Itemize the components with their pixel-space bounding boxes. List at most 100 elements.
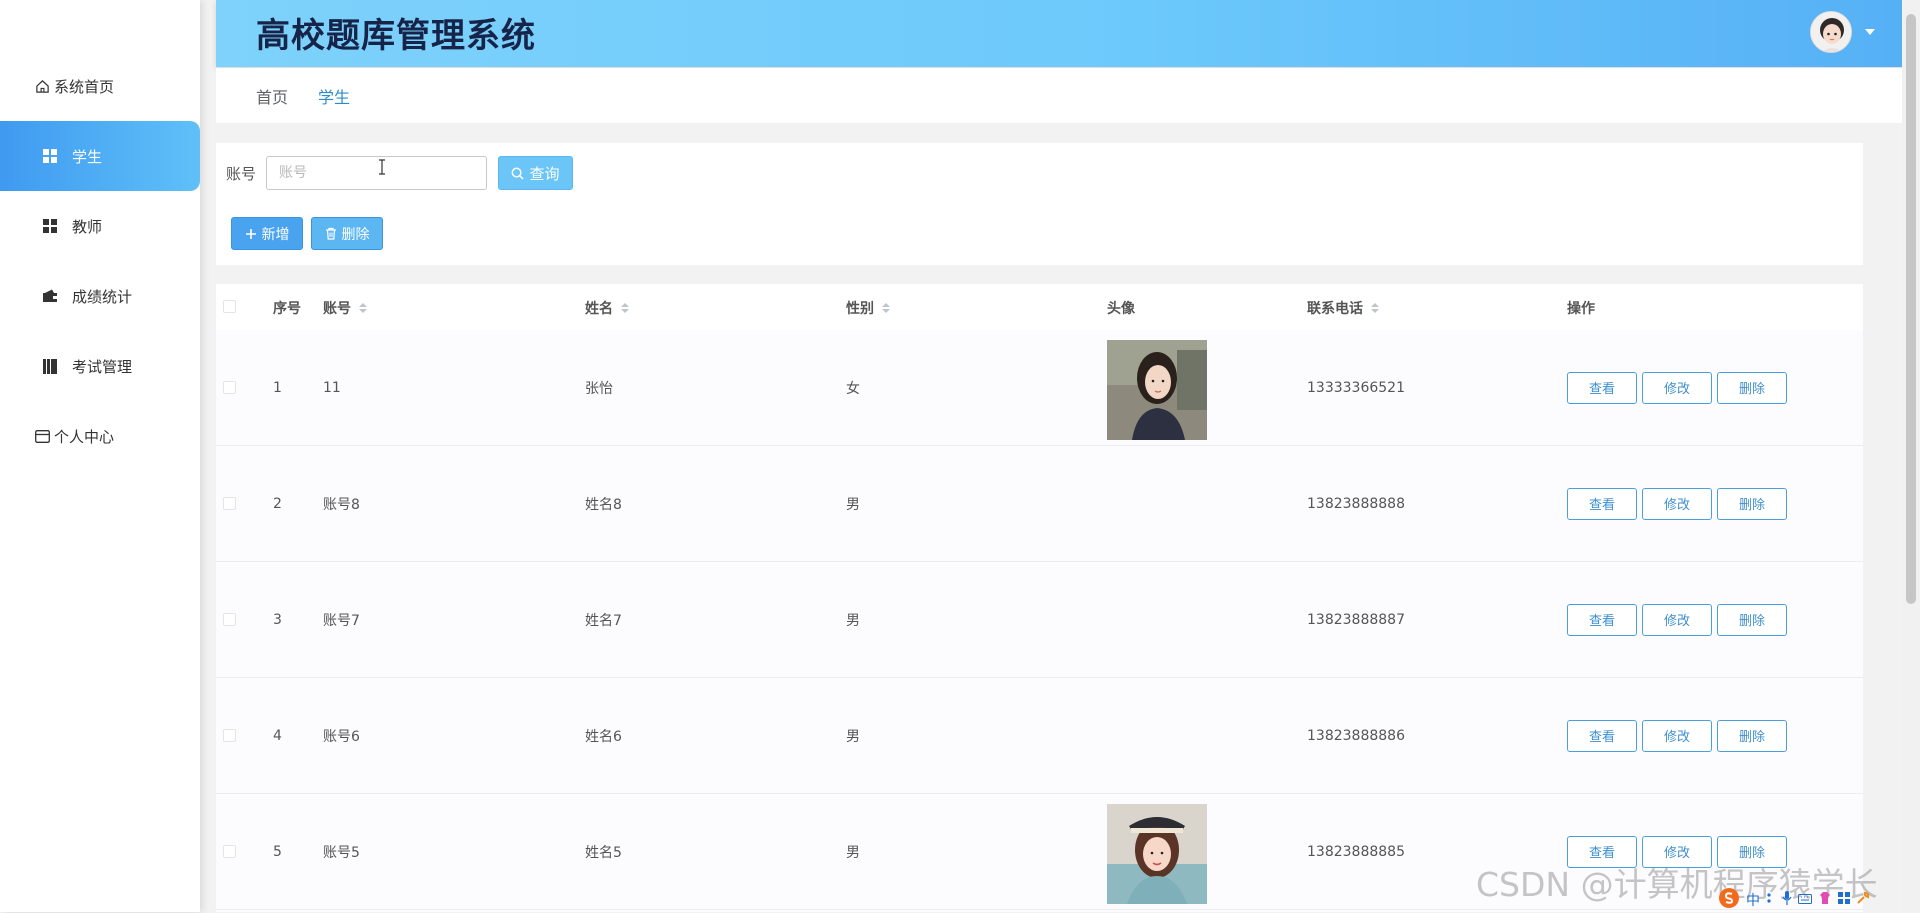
delete-button[interactable]: 删除 (1717, 719, 1787, 752)
breadcrumb-home[interactable]: 首页 (256, 84, 288, 108)
column-header-avatar: 头像 (1107, 301, 1135, 317)
user-avatar[interactable] (1810, 11, 1852, 53)
sidebar-item-label: 个人中心 (54, 427, 115, 446)
sidebar-item-score-stats[interactable]: 成绩统计 (0, 261, 200, 331)
edit-button[interactable]: 修改 (1642, 719, 1712, 752)
query-button-label: 查询 (529, 164, 560, 183)
table-row: 3 账号7 姓名7 男 13823888887 查看 修改 删除 (216, 562, 1863, 678)
sidebar-item-label: 学生 (72, 147, 103, 166)
view-button[interactable]: 查看 (1567, 719, 1637, 752)
search-icon (511, 167, 525, 180)
breadcrumb-current: 学生 (318, 87, 351, 107)
ime-language[interactable]: 中 (1746, 890, 1760, 910)
query-button[interactable]: 查询 (498, 156, 573, 190)
row-account: 11 (323, 379, 341, 396)
column-header-account[interactable]: 账号 (323, 298, 367, 318)
column-header-gender[interactable]: 性别 (846, 298, 890, 318)
tools-icon[interactable] (1856, 891, 1870, 909)
punctuation-icon[interactable] (1766, 892, 1776, 908)
sort-icon (1371, 303, 1379, 313)
row-gender: 男 (846, 612, 860, 629)
app-title: 高校题库管理系统 (256, 16, 536, 56)
view-button[interactable]: 查看 (1567, 487, 1637, 520)
row-checkbox[interactable] (223, 729, 236, 742)
grid-icon (42, 218, 58, 234)
row-name: 姓名6 (585, 728, 622, 745)
column-header-actions: 操作 (1567, 301, 1595, 317)
sidebar-item-label: 成绩统计 (72, 287, 133, 306)
sogou-logo-icon (1718, 887, 1740, 913)
avatar-photo (1107, 804, 1207, 904)
sidebar-item-label: 教师 (72, 217, 103, 236)
add-button[interactable]: 新增 (231, 217, 303, 250)
row-name: 姓名7 (585, 612, 622, 629)
avatar-photo (1107, 340, 1207, 440)
row-gender: 男 (846, 496, 860, 513)
row-index: 2 (273, 495, 282, 512)
row-checkbox[interactable] (223, 381, 236, 394)
grid-icon (42, 148, 58, 164)
row-name: 姓名8 (585, 496, 622, 513)
view-button[interactable]: 查看 (1567, 371, 1637, 404)
microphone-icon[interactable] (1782, 891, 1792, 909)
row-name: 姓名5 (585, 844, 622, 861)
row-index: 5 (273, 843, 282, 860)
keyboard-icon[interactable] (1798, 892, 1812, 908)
row-checkbox[interactable] (223, 613, 236, 626)
view-button[interactable]: 查看 (1567, 603, 1637, 636)
row-phone: 13823888886 (1307, 727, 1405, 744)
sort-icon (882, 303, 890, 313)
row-phone: 13823888885 (1307, 843, 1405, 860)
column-header-phone[interactable]: 联系电话 (1307, 298, 1379, 318)
row-index: 4 (273, 727, 282, 744)
sidebar-item-home[interactable]: 系统首页 (0, 51, 200, 121)
delete-button[interactable]: 删除 (1717, 371, 1787, 404)
row-account: 账号6 (323, 728, 360, 745)
top-header: 高校题库管理系统 (216, 0, 1904, 67)
sidebar-item-label: 考试管理 (72, 357, 133, 376)
scrollbar-thumb[interactable] (1906, 14, 1916, 604)
sidebar-item-profile[interactable]: 个人中心 (0, 401, 200, 471)
home-icon (34, 78, 50, 94)
row-name: 张怡 (585, 380, 613, 397)
column-header-name[interactable]: 姓名 (585, 298, 629, 318)
skin-icon[interactable] (1818, 891, 1832, 909)
row-gender: 男 (846, 728, 860, 745)
select-all-checkbox[interactable] (223, 300, 236, 313)
page-scrollbar[interactable] (1902, 0, 1920, 912)
table-row: 2 账号8 姓名8 男 13823888888 查看 修改 删除 (216, 446, 1863, 562)
sort-icon (359, 303, 367, 313)
row-checkbox[interactable] (223, 497, 236, 510)
row-index: 1 (273, 379, 282, 396)
row-account: 账号7 (323, 612, 360, 629)
sidebar-item-exam-management[interactable]: 考试管理 (0, 331, 200, 401)
student-table: 序号 账号 姓名 性别 头像 联系电话 操作 1 11 张怡 女 1333336… (216, 284, 1863, 912)
wallet-icon (42, 288, 58, 304)
sidebar: 系统首页 学生 教师 成绩统计 考试管理 个人中心 (0, 0, 200, 912)
book-icon (42, 358, 58, 374)
ime-toolbar[interactable]: 中 (1718, 888, 1870, 912)
table-row: 1 11 张怡 女 13333366521 查看 修改 删除 (216, 330, 1863, 446)
sort-icon (621, 303, 629, 313)
chevron-down-icon[interactable] (1864, 24, 1876, 40)
row-index: 3 (273, 611, 282, 628)
account-search-input[interactable] (266, 156, 487, 190)
edit-button[interactable]: 修改 (1642, 371, 1712, 404)
row-phone: 13823888888 (1307, 495, 1405, 512)
row-gender: 女 (846, 380, 860, 397)
trash-icon (325, 227, 337, 240)
text-cursor-icon (378, 159, 386, 179)
row-checkbox[interactable] (223, 845, 236, 858)
apps-icon[interactable] (1838, 892, 1850, 908)
row-gender: 男 (846, 844, 860, 861)
row-account: 账号5 (323, 844, 360, 861)
edit-button[interactable]: 修改 (1642, 487, 1712, 520)
batch-delete-button[interactable]: 删除 (311, 217, 383, 250)
plus-icon (245, 228, 257, 240)
sidebar-item-students[interactable]: 学生 (0, 121, 200, 191)
column-header-index: 序号 (273, 301, 301, 317)
delete-button[interactable]: 删除 (1717, 603, 1787, 636)
edit-button[interactable]: 修改 (1642, 603, 1712, 636)
delete-button[interactable]: 删除 (1717, 487, 1787, 520)
sidebar-item-teachers[interactable]: 教师 (0, 191, 200, 261)
